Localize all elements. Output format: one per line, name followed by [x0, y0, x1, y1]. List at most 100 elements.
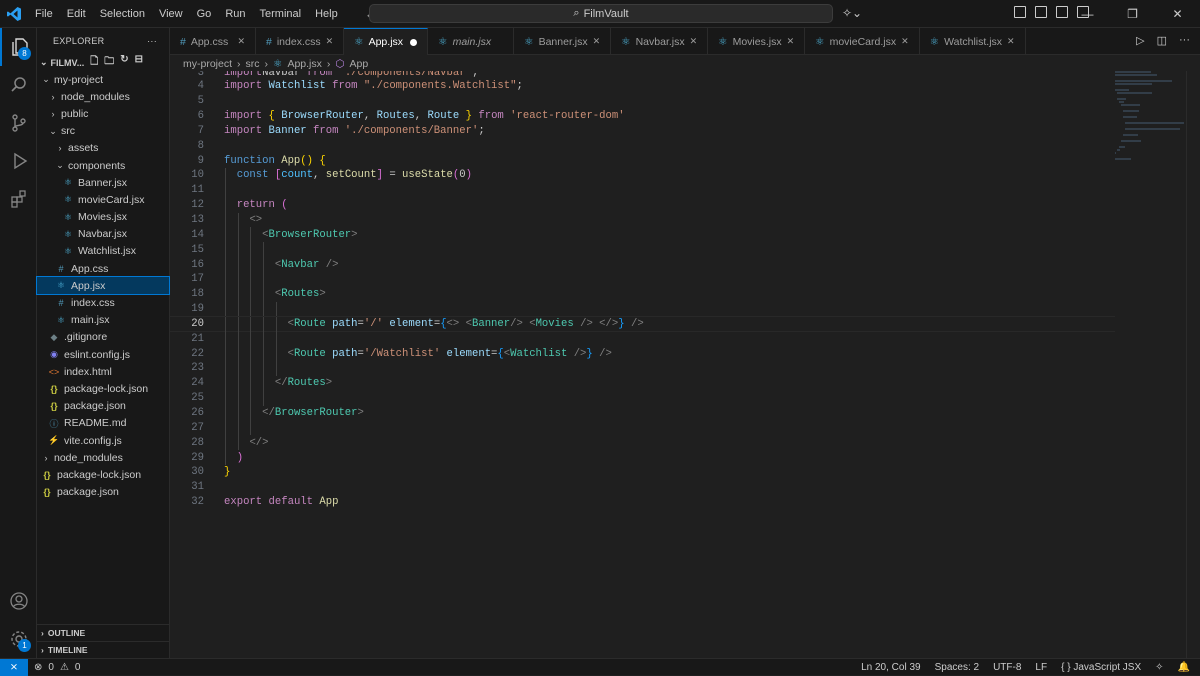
code-line[interactable]: 28 </>: [170, 435, 1115, 451]
code-line[interactable]: 18 <Routes>: [170, 286, 1115, 302]
tree-file[interactable]: {} package-lock.json: [37, 466, 169, 483]
collapse-all-icon[interactable]: ⊟: [135, 54, 143, 71]
code-line[interactable]: 4 import Watchlist from "./components.Wat…: [170, 79, 1115, 94]
tree-file[interactable]: ⚛ main.jsx: [37, 312, 169, 329]
code-line[interactable]: 11: [170, 182, 1115, 198]
language-mode[interactable]: { } JavaScript JSX: [1061, 662, 1141, 673]
toggle-panel-layout-icon[interactable]: [1014, 6, 1026, 18]
code-line[interactable]: 15: [170, 242, 1115, 258]
tree-folder[interactable]: ⌄ my-project: [37, 71, 169, 88]
more-actions-icon[interactable]: ···: [147, 36, 157, 46]
menu-run[interactable]: Run: [218, 0, 252, 28]
code-line[interactable]: 9 function App() {: [170, 153, 1115, 168]
tree-file[interactable]: {} package.json: [37, 398, 169, 415]
code-line[interactable]: 31: [170, 480, 1115, 495]
manage-activity-button[interactable]: 1: [0, 620, 37, 658]
minimize-window-button[interactable]: —: [1065, 0, 1110, 28]
remote-indicator-button[interactable]: ⨯: [0, 658, 28, 676]
editor-tab[interactable]: ⚛ Navbar.jsx ✕: [611, 28, 709, 55]
menu-help[interactable]: Help: [308, 0, 345, 28]
editor-tab[interactable]: ⚛ Banner.jsx ✕: [514, 28, 612, 55]
new-folder-icon[interactable]: 🗀: [104, 54, 114, 71]
menu-terminal[interactable]: Terminal: [253, 0, 309, 28]
close-icon[interactable]: ✕: [690, 36, 698, 47]
search-activity-button[interactable]: [0, 66, 37, 104]
unsaved-dot-icon[interactable]: [410, 38, 418, 46]
editor-tab[interactable]: ⚛ Movies.jsx ✕: [708, 28, 806, 55]
editor-tab[interactable]: # App.css ✕: [170, 28, 256, 55]
code-line[interactable]: 10 const [count, setCount] = useState(0): [170, 168, 1115, 183]
editor-tab[interactable]: ⚛ main.jsx: [428, 28, 515, 55]
run-icon[interactable]: ▷: [1136, 34, 1144, 47]
code-line[interactable]: 30}: [170, 465, 1115, 480]
tree-file[interactable]: {} package-lock.json: [37, 380, 169, 397]
problems-indicator[interactable]: ⊗ 0 ⚠ 0: [34, 662, 80, 673]
menu-view[interactable]: View: [152, 0, 190, 28]
menu-go[interactable]: Go: [190, 0, 219, 28]
refresh-icon[interactable]: ↻: [120, 54, 128, 71]
tree-folder[interactable]: › node_modules: [37, 449, 169, 466]
code-line[interactable]: 24 </Routes>: [170, 375, 1115, 391]
workspace-root[interactable]: ⌄ FILMV... 🗋 🗀 ↻ ⊟: [37, 54, 169, 71]
copilot-icon[interactable]: ✧⌄: [842, 6, 862, 20]
menu-file[interactable]: File: [28, 0, 60, 28]
end-of-line[interactable]: LF: [1035, 662, 1047, 673]
explorer-activity-button[interactable]: 8: [0, 28, 37, 66]
code-line[interactable]: 13 <>: [170, 212, 1115, 228]
breadcrumb-item[interactable]: App: [350, 58, 369, 70]
close-icon[interactable]: ✕: [787, 36, 795, 47]
menu-edit[interactable]: Edit: [60, 0, 93, 28]
close-icon[interactable]: ✕: [237, 36, 245, 47]
close-icon[interactable]: ✕: [593, 36, 601, 47]
encoding[interactable]: UTF-8: [993, 662, 1021, 673]
code-line[interactable]: 27: [170, 420, 1115, 436]
code-line[interactable]: 25: [170, 390, 1115, 406]
tree-file[interactable]: ⚛ Watchlist.jsx: [37, 243, 169, 260]
more-actions-icon[interactable]: ···: [1179, 34, 1190, 47]
tree-file[interactable]: ⚡ vite.config.js: [37, 432, 169, 449]
tree-file[interactable]: ◆ .gitignore: [37, 329, 169, 346]
restore-window-button[interactable]: ❐: [1110, 0, 1155, 28]
toggle-sidebar-icon[interactable]: [1035, 6, 1047, 18]
notifications-icon[interactable]: 🔔: [1178, 662, 1190, 673]
breadcrumb-item[interactable]: src: [246, 58, 260, 70]
minimap[interactable]: [1115, 71, 1185, 658]
tree-file[interactable]: # index.css: [37, 294, 169, 311]
split-editor-icon[interactable]: ◫: [1157, 34, 1167, 47]
code-line[interactable]: 7 import Banner from './components/Banner…: [170, 124, 1115, 139]
code-line[interactable]: 21: [170, 331, 1115, 347]
tree-file[interactable]: <> index.html: [37, 363, 169, 380]
tree-file[interactable]: {} package.json: [37, 484, 169, 501]
tree-file[interactable]: ◉ eslint.config.js: [37, 346, 169, 363]
tree-file[interactable]: ⓘ README.md: [37, 415, 169, 432]
close-icon[interactable]: ✕: [326, 36, 334, 47]
run-debug-activity-button[interactable]: [0, 142, 37, 180]
tree-file[interactable]: ⚛ movieCard.jsx: [37, 191, 169, 208]
editor-scrollbar[interactable]: [1186, 71, 1200, 658]
tree-file[interactable]: ⚛ Movies.jsx: [37, 209, 169, 226]
tree-file[interactable]: ⚛ App.jsx: [36, 276, 170, 296]
timeline-section[interactable]: › TIMELINE: [37, 641, 170, 658]
close-window-button[interactable]: ✕: [1155, 0, 1200, 28]
breadcrumb-item[interactable]: my-project: [183, 58, 232, 70]
indentation[interactable]: Spaces: 2: [935, 662, 979, 673]
code-line[interactable]: 17: [170, 271, 1115, 287]
code-line[interactable]: 26 </BrowserRouter>: [170, 405, 1115, 421]
editor-tab[interactable]: ⚛ Watchlist.jsx ✕: [920, 28, 1026, 55]
tree-file[interactable]: # App.css: [37, 260, 169, 277]
code-line[interactable]: 5: [170, 94, 1115, 109]
code-line[interactable]: 3 importNavbar from "./components/Navbar"…: [170, 71, 1115, 79]
tree-folder[interactable]: › node_modules: [37, 88, 169, 105]
editor-tab[interactable]: ⚛ movieCard.jsx ✕: [805, 28, 920, 55]
new-file-icon[interactable]: 🗋: [90, 54, 98, 71]
code-line[interactable]: 14 <BrowserRouter>: [170, 227, 1115, 243]
code-line[interactable]: 20 <Route path='/' element={<> <Banner/>…: [170, 315, 1115, 333]
code-line[interactable]: 8: [170, 138, 1115, 153]
code-line[interactable]: 6 import { BrowserRouter, Routes, Route }…: [170, 109, 1115, 124]
editor-tab[interactable]: # index.css ✕: [256, 28, 345, 55]
code-line[interactable]: 23: [170, 361, 1115, 376]
breadcrumb-item[interactable]: App.jsx: [287, 58, 321, 70]
outline-section[interactable]: › OUTLINE: [37, 624, 170, 641]
code-line[interactable]: 19: [170, 301, 1115, 317]
close-icon[interactable]: ✕: [901, 36, 909, 47]
